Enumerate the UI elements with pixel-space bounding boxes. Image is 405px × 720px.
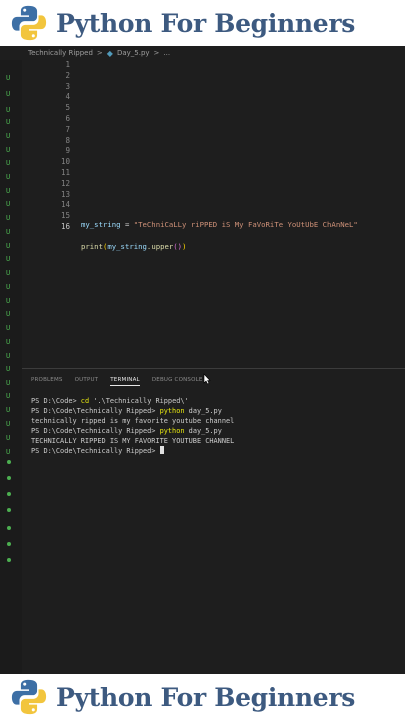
code-editor[interactable]: my_string = "TeChniCaLLy riPPED iS My Fa… xyxy=(22,60,405,378)
terminal-prompt-line: PS D:\Code\Technically Ripped> xyxy=(31,446,234,456)
breadcrumb-folder[interactable]: Technically Ripped xyxy=(28,49,93,57)
top-banner: Python For Beginners xyxy=(0,0,405,46)
git-untracked-marker: U xyxy=(6,132,11,140)
bracket-token: () xyxy=(173,242,183,251)
variable-token: my_string xyxy=(107,242,147,251)
breadcrumb: Technically Ripped > ◆ Day_5.py > ... xyxy=(28,46,170,60)
bottom-panel: PROBLEMS OUTPUT TERMINAL DEBUG CONSOLE P… xyxy=(22,368,405,675)
line-number: 16 xyxy=(60,222,70,231)
git-untracked-marker: U xyxy=(6,420,11,428)
method-token: .upper xyxy=(146,242,174,251)
git-untracked-marker: U xyxy=(6,242,11,250)
activity-gutter: UUUUUUUUUUUUUUUUUUUUUUUUUUUU xyxy=(0,60,22,674)
git-untracked-marker: U xyxy=(6,448,11,456)
git-untracked-marker: U xyxy=(6,379,11,387)
banner-title: Python For Beginners xyxy=(56,8,356,38)
python-file-icon: ◆ xyxy=(106,48,113,58)
terminal-line: technically ripped is my favorite youtub… xyxy=(31,417,235,425)
git-untracked-marker: U xyxy=(6,269,11,277)
code-line-14[interactable]: my_string = "TeChniCaLLy riPPED iS My Fa… xyxy=(81,220,358,229)
line-number: 13 xyxy=(60,189,70,199)
tab-terminal[interactable]: TERMINAL xyxy=(110,377,140,386)
tab-problems[interactable]: PROBLEMS xyxy=(31,377,63,386)
editor-window: Technically Ripped > ◆ Day_5.py > ... UU… xyxy=(0,46,405,675)
breadcrumb-separator: > xyxy=(153,49,160,57)
banner-title: Python For Beginners xyxy=(56,682,356,712)
git-untracked-marker: U xyxy=(6,338,11,346)
git-untracked-marker: U xyxy=(6,310,11,318)
tab-output[interactable]: OUTPUT xyxy=(75,377,99,386)
terminal-line: TECHNICALLY RIPPED IS MY FAVORITE YOUTUB… xyxy=(31,437,235,445)
git-untracked-marker: U xyxy=(6,146,11,154)
git-status-dot xyxy=(7,558,11,562)
git-untracked-marker: U xyxy=(6,255,11,263)
git-untracked-marker: U xyxy=(6,434,11,442)
line-number: 9 xyxy=(65,146,70,156)
git-untracked-marker: U xyxy=(6,187,11,195)
bottom-banner: Python For Beginners xyxy=(0,674,405,720)
line-number: 2 xyxy=(65,70,70,80)
git-untracked-marker: U xyxy=(6,392,11,400)
line-number: 8 xyxy=(65,135,70,145)
breadcrumb-file[interactable]: Day_5.py xyxy=(117,49,150,57)
git-untracked-marker: U xyxy=(6,324,11,332)
git-untracked-marker: U xyxy=(6,200,11,208)
git-untracked-marker: U xyxy=(6,283,11,291)
breadcrumb-separator: > xyxy=(96,49,103,57)
git-untracked-marker: U xyxy=(6,90,11,98)
bracket-token: ) xyxy=(182,242,187,251)
line-number: 14 xyxy=(60,200,70,210)
terminal-line: PS D:\Code\Technically Ripped> python da… xyxy=(31,407,222,415)
line-number: 15 xyxy=(60,211,70,221)
git-status-dot xyxy=(7,492,11,496)
code-line-16[interactable]: print(my_string.upper()) xyxy=(81,242,186,251)
terminal-line: PS D:\Code\Technically Ripped> python da… xyxy=(31,427,222,435)
git-untracked-marker: U xyxy=(6,118,11,126)
operator-token: = xyxy=(120,220,134,229)
string-token: "TeChniCaLLy riPPED iS My FaVoRiTe YoUtU… xyxy=(133,220,358,229)
git-untracked-marker: U xyxy=(6,352,11,360)
line-number: 7 xyxy=(65,124,70,134)
line-number: 5 xyxy=(65,103,70,113)
variable-token: my_string xyxy=(81,220,121,229)
git-untracked-marker: U xyxy=(6,173,11,181)
git-status-dot xyxy=(7,508,11,512)
function-token: print xyxy=(81,242,103,251)
git-untracked-marker: U xyxy=(6,106,11,114)
git-status-dot xyxy=(7,542,11,546)
terminal-output[interactable]: PS D:\Code> cd '.\Technically Ripped\' PS… xyxy=(31,396,234,456)
line-number: 10 xyxy=(60,157,70,167)
mouse-cursor-icon xyxy=(203,373,211,385)
git-untracked-marker: U xyxy=(6,365,11,373)
terminal-line: PS D:\Code> cd '.\Technically Ripped\' xyxy=(31,397,189,405)
git-untracked-marker: U xyxy=(6,159,11,167)
line-number: 12 xyxy=(60,178,70,188)
line-number: 4 xyxy=(65,92,70,102)
breadcrumb-more[interactable]: ... xyxy=(163,49,170,57)
line-number: 1 xyxy=(65,60,70,69)
git-untracked-marker: U xyxy=(6,214,11,222)
python-logo-icon xyxy=(11,5,47,41)
line-number: 11 xyxy=(60,168,70,177)
line-number: 3 xyxy=(65,81,70,91)
terminal-cursor xyxy=(159,446,164,454)
python-logo-icon xyxy=(11,679,47,715)
git-status-dot xyxy=(7,476,11,480)
git-untracked-marker: U xyxy=(6,297,11,305)
git-untracked-marker: U xyxy=(6,74,11,82)
panel-tabs: PROBLEMS OUTPUT TERMINAL DEBUG CONSOLE xyxy=(31,377,203,386)
git-status-dot xyxy=(7,460,11,464)
git-untracked-marker: U xyxy=(6,406,11,414)
git-status-dot xyxy=(7,526,11,530)
line-number: 6 xyxy=(65,114,70,123)
tab-debug-console[interactable]: DEBUG CONSOLE xyxy=(152,377,203,386)
git-untracked-marker: U xyxy=(6,228,11,236)
